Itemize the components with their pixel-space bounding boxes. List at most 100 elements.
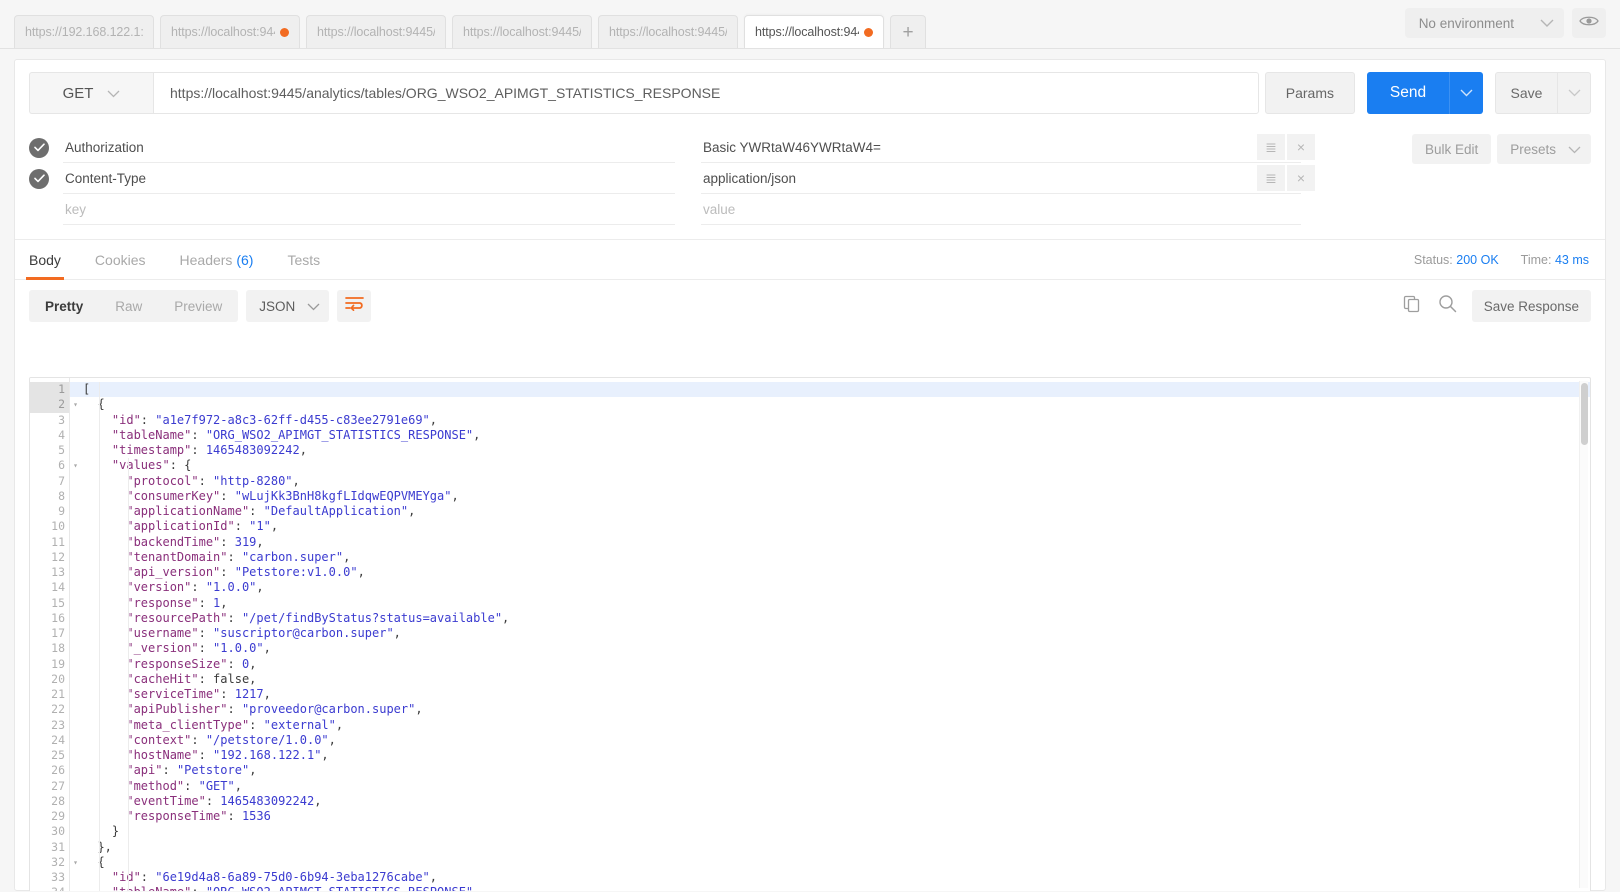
code-line: "hostName": "192.168.122.1", [83,748,1590,763]
editor-code-area[interactable]: [ { "id": "a1e7f972-a8c3-62ff-d455-c83ee… [70,378,1590,891]
code-token: : [220,687,235,701]
header-value-input[interactable]: Basic YWRtaW46YWRtaW4= [701,132,1301,163]
word-wrap-toggle[interactable] [337,290,372,322]
code-token: , [234,778,242,793]
code-token: , [335,717,344,732]
code-token: : [198,748,214,762]
header-key-input[interactable]: Authorization [63,132,675,163]
header-enabled-checkbox[interactable] [29,200,49,220]
code-token: : [198,626,214,640]
request-tab[interactable]: https://localhost:9445/ [160,15,300,48]
header-value-input[interactable]: application/json [701,163,1301,194]
code-line: "meta_clientType": "external", [83,718,1590,733]
code-token: 1217 [234,687,264,701]
request-tab[interactable]: https://localhost:9445/ana [598,15,738,48]
request-tab[interactable]: https://localhost:9445/ana [306,15,446,48]
line-number: 26 [51,763,65,778]
code-line: "timestamp": 1465483092242, [83,443,1590,458]
code-token: : [227,656,242,671]
code-line: }, [83,840,1590,855]
line-number: 5 [58,443,65,457]
request-url-text: https://localhost:9445/analytics/tables/… [170,85,721,101]
header-key-input[interactable]: Content-Type [63,163,675,194]
save-response-button[interactable]: Save Response [1471,290,1591,322]
indent-guide [99,382,100,891]
code-token: , [270,519,279,534]
code-token: , [321,748,329,762]
format-mode-preview[interactable]: Preview [158,290,238,322]
header-row-empty[interactable]: key value [29,194,1591,225]
line-number: 30 [51,824,65,839]
header-row-menu-button[interactable]: ≣ [1257,165,1285,191]
header-row[interactable]: Authorization Basic YWRtaW46YWRtaW4= ≣ × [29,132,1591,163]
bulk-edit-button[interactable]: Bulk Edit [1411,134,1492,164]
request-headers-area: Authorization Basic YWRtaW46YWRtaW4= ≣ × Con… [15,126,1605,225]
http-method-selector[interactable]: GET [29,72,153,114]
code-token: : [191,443,206,457]
header-value-input[interactable]: value [701,194,1301,225]
header-enabled-checkbox[interactable] [29,168,49,189]
code-token: "api_version" [83,565,221,579]
request-url-input[interactable]: https://localhost:9445/analytics/tables/… [153,72,1259,114]
response-tab-headers[interactable]: Headers (6) [180,240,254,280]
code-token: : { [169,458,192,473]
presets-button[interactable]: Presets [1497,134,1591,164]
line-number: 19 [51,656,65,671]
code-line: "consumerKey": "wLujKk3BnH8kgfLIdqwEQPVM… [83,489,1590,504]
line-number: 3 [58,412,65,427]
response-body-editor[interactable]: 1▾2▾3456▾7891011121314151617181920212223… [29,377,1591,891]
header-row-delete-button[interactable]: × [1287,165,1315,191]
response-tab-body[interactable]: Body [26,240,64,280]
request-tab[interactable]: https://192.168.122.1:824 [14,15,154,48]
line-number: 29 [51,809,65,823]
save-options-button[interactable] [1557,72,1591,114]
code-token: : [220,534,235,549]
editor-vertical-scrollbar[interactable] [1579,381,1588,888]
header-row-delete-button[interactable]: × [1287,134,1315,160]
editor-scrollbar-thumb[interactable] [1581,383,1588,445]
code-token: , [263,687,271,701]
response-tab-cookies[interactable]: Cookies [95,240,146,280]
response-meta: Status: 200 OK Time: 43 ms [1414,253,1589,267]
code-token: "proveedor@carbon.super" [241,702,416,717]
code-token: "applicationName" [83,504,250,518]
request-tab[interactable]: https://localhost:9445/ [744,15,884,48]
save-button[interactable]: Save [1495,72,1557,114]
code-line: "eventTime": 1465483092242, [83,794,1590,809]
copy-icon [1403,295,1421,318]
environment-quick-look-button[interactable] [1572,8,1606,38]
header-key-input[interactable]: key [63,194,675,225]
time-value: 43 ms [1554,252,1589,267]
new-tab-button[interactable]: + [890,15,926,48]
code-token: "responseSize" [83,656,228,671]
header-row[interactable]: Content-Type application/json ≣ × [29,163,1591,194]
code-token: , [292,473,300,488]
code-token: "values" [83,458,170,473]
format-mode-raw[interactable]: Raw [99,290,158,322]
line-number: 23 [51,717,65,732]
editor-line-number-gutter: 1▾2▾3456▾7891011121314151617181920212223… [30,378,78,891]
environment-selector[interactable]: No environment [1404,8,1564,38]
search-icon [1438,294,1457,318]
send-button[interactable]: Send [1367,72,1449,114]
search-button[interactable] [1436,294,1460,318]
code-line: "api_version": "Petstore:v1.0.0", [83,565,1590,580]
line-number: 21 [51,687,65,701]
response-tab-label: Cookies [94,251,146,268]
code-token: , [249,763,257,778]
header-row-menu-button[interactable]: ≣ [1257,134,1285,160]
unsaved-changes-dot-icon [864,27,873,37]
code-line: "backendTime": 319, [83,535,1590,550]
request-tab-label: https://localhost:9445/ [171,24,275,39]
request-tab[interactable]: https://localhost:9445/ana [452,15,592,48]
header-enabled-checkbox[interactable] [29,137,49,158]
format-mode-pretty[interactable]: Pretty [29,290,99,322]
copy-button[interactable] [1400,294,1424,318]
response-language-selector[interactable]: JSON [246,290,330,322]
line-number: 12 [51,549,65,564]
line-number: 28 [51,793,65,808]
params-button[interactable]: Params [1264,72,1355,114]
response-tab-tests[interactable]: Tests [287,240,320,280]
code-token: : [191,732,206,747]
send-options-button[interactable] [1449,72,1483,114]
